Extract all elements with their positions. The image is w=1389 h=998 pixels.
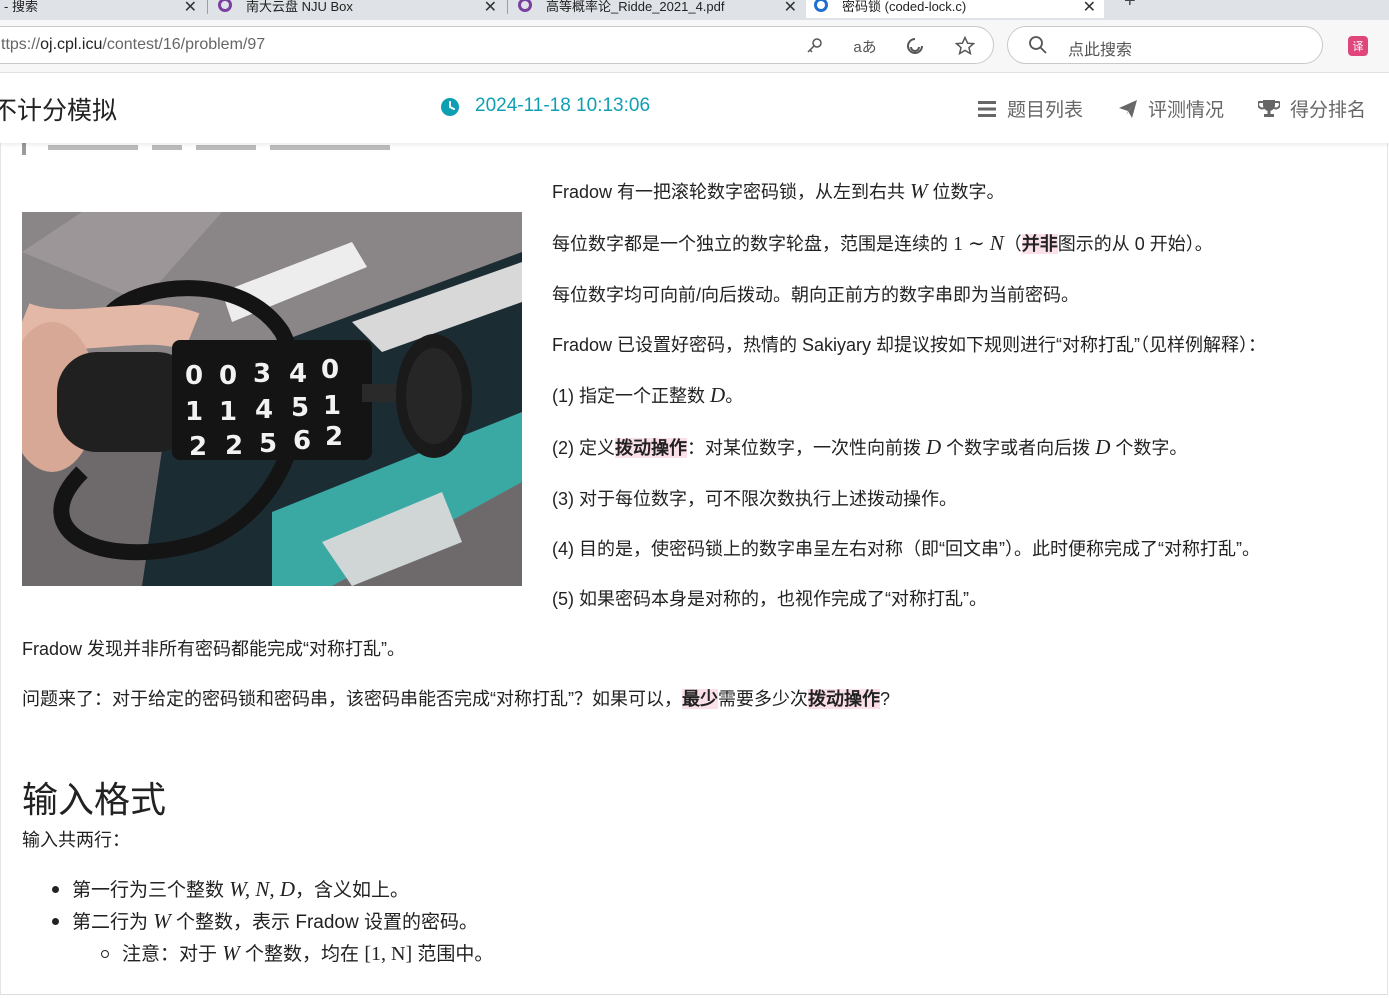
rule-item: (1) 指定一个正整数 D。 xyxy=(552,383,744,407)
address-bar-row: ttps://oj.cpl.icu/contest/16/problem/97 … xyxy=(0,20,1389,73)
pdf-favicon-icon xyxy=(518,0,532,12)
favorite-star-icon[interactable] xyxy=(952,33,978,59)
trophy-icon xyxy=(1258,99,1280,117)
site-header: 不计分模拟 2024-11-18 10:13:06 题目列表 评测情况 得分排名 xyxy=(0,73,1389,143)
read-aloud-icon[interactable]: aあ xyxy=(852,33,878,59)
contest-time: 2024-11-18 10:13:06 xyxy=(475,95,651,116)
tab-title: 高等概率论_Ridde_2021_4.pdf xyxy=(546,0,725,14)
svg-text:0: 0 xyxy=(219,361,237,391)
search-placeholder: 点此搜索 xyxy=(1068,42,1133,59)
desc-paragraph: Fradow 有一把滚轮数字密码锁，从左到右共 W 位数字。 xyxy=(552,179,1005,203)
combination-lock-photo: 0 0 3 4 0 1 1 4 5 1 2 2 5 6 2 xyxy=(22,212,522,586)
url-field[interactable]: ttps://oj.cpl.icu/contest/16/problem/97 … xyxy=(0,26,994,64)
browser-tab[interactable]: - 搜索 ✕ xyxy=(0,0,205,18)
svg-text:0: 0 xyxy=(321,355,339,385)
new-tab-icon[interactable]: + xyxy=(1124,0,1136,13)
svg-text:4: 4 xyxy=(255,395,273,425)
svg-text:5: 5 xyxy=(259,429,277,459)
svg-text:2: 2 xyxy=(225,431,243,461)
browser-tab[interactable]: 南大云盘 NJU Box ✕ xyxy=(210,0,505,18)
desc-paragraph: 每位数字均可向前/向后拨动。朝向正前方的数字串即为当前密码。 xyxy=(552,285,1079,305)
nju-box-favicon-icon xyxy=(218,0,232,12)
svg-text:6: 6 xyxy=(293,426,311,456)
url-path: /contest/16/problem/97 xyxy=(102,36,266,53)
list-item: 第一行为三个整数 W, N, D，含义如上。 xyxy=(22,873,493,905)
question-paragraph: 问题来了：对于给定的密码锁和密码串，该密码串能否完成“对称打乱”？如果可以，最少… xyxy=(22,689,891,709)
svg-text:2: 2 xyxy=(189,432,207,462)
tab-close-icon[interactable]: ✕ xyxy=(184,0,197,17)
section-heading-input: 输入格式 xyxy=(22,779,167,820)
bullet-icon xyxy=(52,886,59,893)
send-icon xyxy=(1119,99,1137,118)
rule-item: (2) 定义拨动操作：对某位数字，一次性向前拨 D 个数字或者向后拨 D 个数字… xyxy=(552,435,1188,459)
clock-icon xyxy=(441,98,459,116)
key-icon[interactable] xyxy=(802,33,828,59)
rule-item: (4) 目的是，使密码锁上的数字串呈左右对称（即“回文串”）。此时便称完成了“对… xyxy=(552,539,1260,559)
svg-text:1: 1 xyxy=(185,397,203,427)
browser-tab-bar: - 搜索 ✕ 南大云盘 NJU Box ✕ 高等概率论_Ridde_2021_4… xyxy=(0,0,1389,20)
desc-paragraph: Fradow 发现并非所有密码都能完成“对称打乱”。 xyxy=(22,639,406,659)
svg-text:2: 2 xyxy=(325,422,343,452)
list-item: 第二行为 W 个整数，表示 Fradow 设置的密码。 xyxy=(22,905,493,937)
problem-content: 0 0 3 4 0 1 1 4 5 1 2 2 5 6 2 Fradow 有一把… xyxy=(0,143,1389,998)
tab-title: 南大云盘 NJU Box xyxy=(246,0,353,14)
cutoff-text-line xyxy=(48,143,468,151)
nav-ranking[interactable]: 得分排名 xyxy=(1258,95,1366,122)
desc-paragraph: Fradow 已设置好密码，热情的 Sakiyary 却提议按如下规则进行“对称… xyxy=(552,335,1267,355)
url-domain: oj.cpl.icu xyxy=(40,36,103,53)
desc-paragraph: 每位数字都是一个独立的数字轮盘，范围是连续的 1 ∼ N（并非图示的从 0 开始… xyxy=(552,231,1213,255)
tab-close-icon[interactable]: ✕ xyxy=(1083,0,1096,17)
nav-label: 题目列表 xyxy=(1007,100,1084,121)
url-prefix: ttps:// xyxy=(1,36,41,53)
list-item-nested: 注意：对于 W 个整数，均在 [1, N] 范围中。 xyxy=(22,937,493,969)
input-format-list: 第一行为三个整数 W, N, D，含义如上。 第二行为 W 个整数，表示 Fra… xyxy=(22,873,493,969)
hollow-bullet-icon xyxy=(101,950,109,958)
edge-refresh-icon[interactable] xyxy=(902,33,928,59)
list-icon xyxy=(978,100,996,117)
tab-title: - 搜索 xyxy=(4,0,38,14)
tab-title: 密码锁 (coded-lock.c) xyxy=(842,0,967,14)
svg-text:3: 3 xyxy=(253,359,271,389)
svg-text:4: 4 xyxy=(289,359,307,389)
blockquote-bar xyxy=(22,143,26,155)
browser-tab[interactable]: 高等概率论_Ridde_2021_4.pdf ✕ xyxy=(510,0,805,18)
nav-submissions[interactable]: 评测情况 xyxy=(1118,95,1224,122)
oj-favicon-icon xyxy=(814,0,828,12)
tab-separator xyxy=(507,0,508,14)
rule-item: (3) 对于每位数字，可不限次数执行上述拨动操作。 xyxy=(552,489,957,509)
tab-separator xyxy=(207,0,208,14)
svg-text:0: 0 xyxy=(185,361,203,391)
search-field[interactable]: 点此搜索 xyxy=(1007,26,1323,64)
translate-icon[interactable]: 译 xyxy=(1348,36,1368,56)
contest-title: 不计分模拟 xyxy=(0,97,118,125)
nav-label: 评测情况 xyxy=(1148,100,1225,121)
bullet-icon xyxy=(52,918,59,925)
svg-text:1: 1 xyxy=(323,391,341,421)
browser-tab-active[interactable]: 密码锁 (coded-lock.c) ✕ xyxy=(806,0,1104,18)
svg-text:1: 1 xyxy=(219,397,237,427)
input-intro: 输入共两行： xyxy=(22,830,130,850)
url-text: ttps://oj.cpl.icu/contest/16/problem/97 xyxy=(1,36,265,54)
search-icon xyxy=(1029,36,1047,54)
tab-close-icon[interactable]: ✕ xyxy=(784,0,797,17)
nav-label: 得分排名 xyxy=(1290,100,1367,121)
nav-problem-list[interactable]: 题目列表 xyxy=(977,95,1083,122)
tab-close-icon[interactable]: ✕ xyxy=(484,0,497,17)
rule-item: (5) 如果密码本身是对称的，也视作完成了“对称打乱”。 xyxy=(552,589,987,609)
svg-text:5: 5 xyxy=(291,393,309,423)
